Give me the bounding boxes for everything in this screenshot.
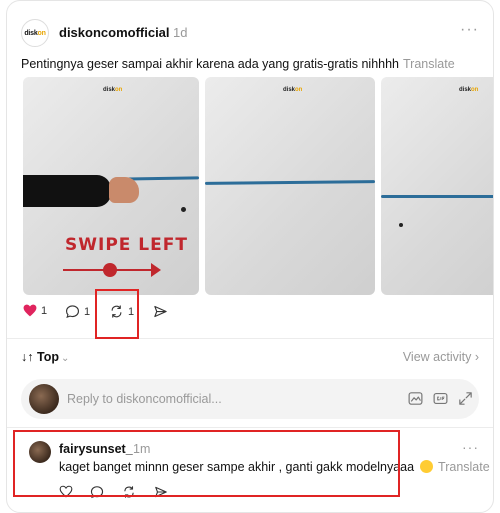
carousel-slide[interactable]: diskon (381, 77, 493, 295)
more-options-icon[interactable]: ··· (460, 21, 479, 39)
slide-wire (381, 195, 493, 198)
slide-logo: diskon (283, 87, 303, 93)
translate-link[interactable]: Translate (403, 57, 455, 71)
gif-icon[interactable] (432, 390, 449, 407)
carousel-slide[interactable]: diskon (205, 77, 375, 295)
heart-filled-icon (23, 304, 37, 317)
current-user-avatar (29, 384, 59, 414)
send-icon (154, 305, 167, 318)
logo-text-accent: on (37, 29, 46, 37)
post-caption: Pentingnya geser sampai akhir karena ada… (21, 57, 455, 71)
divider (7, 427, 493, 428)
comment-count: 1 (84, 305, 91, 318)
slide-spider (181, 207, 186, 212)
swipe-arrow-icon (151, 263, 161, 277)
reply-input[interactable]: Reply to diskoncomofficial... (21, 379, 479, 419)
expand-icon[interactable] (457, 390, 474, 407)
comment-button[interactable]: 1 (65, 304, 90, 319)
like-count: 1 (41, 304, 48, 317)
sort-dropdown[interactable]: ↓↑ Top ⌄ (21, 350, 69, 364)
view-activity-link[interactable]: View activity › (403, 350, 479, 364)
slide-logo: diskon (103, 87, 123, 93)
image-icon[interactable] (407, 390, 424, 407)
spider-logo-icon (103, 263, 117, 277)
post-header: disk on diskoncomofficial 1d ··· (21, 19, 479, 47)
post-time: 1d (173, 25, 188, 40)
sort-arrows-icon: ↓↑ (21, 350, 34, 364)
slide-logo: diskon (459, 87, 479, 93)
tired-face-emoji-icon (419, 460, 433, 473)
author-username[interactable]: diskoncomofficial (59, 25, 170, 40)
comment-translate-link[interactable]: Translate (438, 460, 490, 474)
reply-placeholder: Reply to diskoncomofficial... (67, 392, 222, 406)
slide-hand (23, 175, 111, 207)
comment-bubble-icon (65, 305, 80, 319)
slide-fingers (109, 177, 139, 203)
repost-highlight-box (95, 289, 139, 339)
chevron-down-icon: ⌄ (60, 353, 70, 364)
swipe-left-text: SWIPE LEFT (65, 235, 188, 255)
author-avatar[interactable]: disk on (21, 19, 49, 47)
activity-bar: ↓↑ Top ⌄ View activity › (21, 350, 479, 366)
slide-spider (399, 223, 403, 227)
sort-label: Top (36, 350, 59, 364)
divider (7, 338, 493, 339)
like-button[interactable]: 1 (23, 304, 47, 317)
comment-more-icon[interactable]: ··· (462, 439, 479, 455)
comment-highlight-box (13, 430, 400, 497)
image-carousel[interactable]: diskon SWIPE LEFT diskon diskon (23, 77, 493, 295)
share-button[interactable] (153, 304, 168, 319)
logo-text: disk (24, 29, 38, 37)
caption-text: Pentingnya geser sampai akhir karena ada… (21, 57, 400, 71)
carousel-slide[interactable]: diskon SWIPE LEFT (23, 77, 199, 295)
slide-wire (205, 180, 375, 185)
